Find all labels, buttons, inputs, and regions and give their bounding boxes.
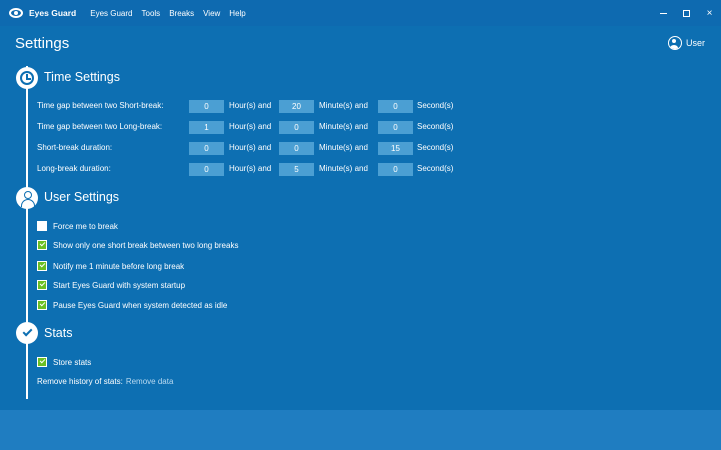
option-label: Notify me 1 minute before long break [53,261,185,271]
menu-breaks[interactable]: Breaks [169,9,194,18]
time-row-label: Long-break duration: [37,164,111,173]
option-label: Force me to break [53,221,118,231]
time-row-label: Time gap between two Long-break: [37,122,163,131]
minutes-unit: Minute(s) and [319,164,368,173]
hours-input[interactable] [189,163,224,176]
time-row-label: Short-break duration: [37,143,113,152]
seconds-unit: Second(s) [417,143,454,152]
seconds-input[interactable] [378,121,413,134]
seconds-unit: Second(s) [417,164,454,173]
app-title: Eyes Guard [29,8,77,18]
close-button[interactable]: × [698,0,721,26]
minimize-button[interactable] [652,0,675,26]
option-label: Pause Eyes Guard when system detected as… [53,300,228,310]
minimize-icon [660,12,667,14]
seconds-input[interactable] [378,100,413,113]
hours-input[interactable] [189,121,224,134]
checkbox-checked[interactable] [37,357,47,367]
title-bar: Eyes Guard Eyes Guard Tools Breaks View … [0,0,721,26]
seconds-unit: Second(s) [417,101,454,110]
timeline-line [26,66,28,399]
option-force-break[interactable]: Force me to break [37,220,118,232]
menu-view[interactable]: View [203,9,220,18]
hours-input[interactable] [189,142,224,155]
minutes-unit: Minute(s) and [319,122,368,131]
minutes-input[interactable] [279,142,314,155]
option-pause-idle[interactable]: Pause Eyes Guard when system detected as… [37,299,227,311]
minutes-unit: Minute(s) and [319,143,368,152]
bottom-bar [0,410,721,450]
checkbox-checked[interactable] [37,261,47,271]
option-label: Start Eyes Guard with system startup [53,280,186,290]
hours-input[interactable] [189,100,224,113]
menu-tools[interactable]: Tools [142,9,161,18]
user-label: User [685,38,705,48]
checkbox[interactable] [37,221,47,231]
hours-unit: Hour(s) and [229,101,272,110]
option-notify-before[interactable]: Notify me 1 minute before long break [37,260,184,272]
minutes-input[interactable] [279,100,314,113]
option-start-with-system[interactable]: Start Eyes Guard with system startup [37,279,185,291]
user-settings-icon [16,187,38,209]
window-controls: × [652,0,721,26]
remove-history-label: Remove history of stats: [37,377,123,386]
minutes-input[interactable] [279,163,314,176]
seconds-input[interactable] [378,163,413,176]
eye-logo-icon [9,8,23,18]
page-title: Settings [15,35,70,52]
user-button[interactable]: User [667,36,705,50]
menu-help[interactable]: Help [229,9,245,18]
clock-icon [16,67,38,89]
stats-title: Stats [44,326,73,340]
remove-data-link[interactable]: Remove data [126,377,174,386]
maximize-icon [683,9,690,17]
user-settings-title: User Settings [44,190,120,204]
time-settings-title: Time Settings [44,70,120,84]
user-avatar-icon [667,36,682,50]
maximize-button[interactable] [675,0,698,26]
minutes-unit: Minute(s) and [319,101,368,110]
hours-unit: Hour(s) and [229,164,272,173]
checkbox-checked[interactable] [37,280,47,290]
hours-unit: Hour(s) and [229,143,272,152]
checkbox-checked[interactable] [37,240,47,250]
close-icon: × [706,7,713,19]
time-row-label: Time gap between two Short-break: [37,101,164,110]
menu-eyes-guard[interactable]: Eyes Guard [90,9,132,18]
option-one-short-break[interactable]: Show only one short break between two lo… [37,239,238,251]
hours-unit: Hour(s) and [229,122,272,131]
seconds-input[interactable] [378,142,413,155]
checkbox-checked[interactable] [37,300,47,310]
checkmark-icon [16,322,38,344]
option-label: Store stats [53,357,92,367]
remove-history-row: Remove history of stats: Remove data [37,377,173,386]
minutes-input[interactable] [279,121,314,134]
option-label: Show only one short break between two lo… [53,240,239,250]
option-store-stats[interactable]: Store stats [37,356,91,368]
seconds-unit: Second(s) [417,122,454,131]
menu-bar: Eyes Guard Tools Breaks View Help [90,9,255,18]
